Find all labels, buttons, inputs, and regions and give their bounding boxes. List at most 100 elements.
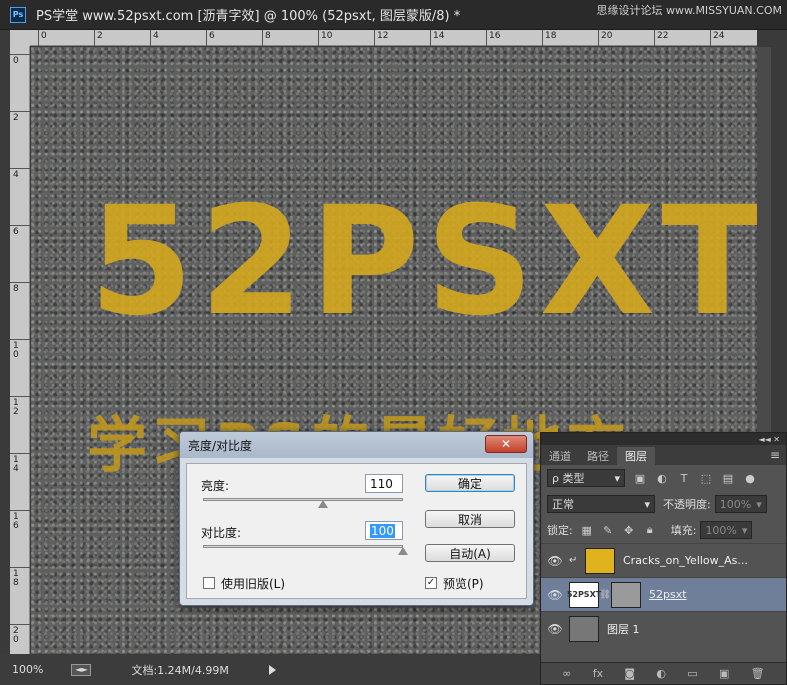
ruler-tick (10, 510, 30, 511)
layer-row-layer1[interactable]: 👁︎ 图层 1 (541, 611, 786, 645)
horizontal-ruler[interactable]: 0 2 4 6 8 10 12 14 16 18 20 22 24 (30, 30, 757, 46)
watermark: 思缘设计论坛 www.MISSYUAN.COM (596, 4, 782, 17)
contrast-label: 对比度: (201, 526, 242, 540)
layer-name[interactable]: Cracks_on_Yellow_As... (623, 554, 748, 567)
filter-kind-select[interactable]: ρ 类型 ▾ (547, 469, 625, 487)
preview-label[interactable]: 预览(P) (443, 575, 484, 592)
fill-input[interactable]: 100% ▾ (700, 521, 753, 539)
opacity-label: 不透明度: (663, 498, 711, 511)
lock-all-icon[interactable]: 🔒︎ (643, 523, 657, 537)
layer-row-cracks[interactable]: 👁︎ ↵ Cracks_on_Yellow_As... (541, 543, 786, 577)
layer-row-52psxt[interactable]: 👁︎ 52PSXT ⛓ 52psxt (541, 577, 786, 611)
layer-style-icon[interactable]: fx (593, 667, 603, 680)
eye-icon[interactable]: 👁︎ (541, 588, 569, 602)
contrast-input[interactable]: 100 (365, 521, 403, 540)
ruler-tick (38, 30, 39, 46)
layer-name[interactable]: 52psxt (649, 588, 687, 601)
contrast-slider-thumb[interactable] (398, 547, 408, 555)
add-mask-icon[interactable]: ◙ (624, 667, 635, 680)
ruler-tick-label: 8 (13, 284, 19, 294)
ruler-tick (318, 30, 319, 46)
ruler-tick-label: 22 (657, 31, 669, 41)
ruler-tick-label: 6 (13, 227, 19, 237)
ruler-tick-label: 0 (41, 31, 47, 41)
ruler-tick (10, 453, 30, 454)
panel-tabs: 通道 路径 图层 ≡ (541, 445, 786, 465)
layer-name[interactable]: 图层 1 (607, 621, 640, 637)
link-layers-icon[interactable]: ∞ (562, 667, 571, 680)
zoom-level[interactable]: 100% (12, 663, 43, 676)
opacity-input[interactable]: 100% ▾ (714, 495, 767, 513)
new-group-icon[interactable]: ▭ (687, 667, 697, 680)
ruler-tick-label: 1 6 (13, 512, 19, 531)
dialog-titlebar[interactable]: 亮度/对比度 ✕ (180, 432, 533, 458)
ruler-tick-label: 24 (713, 31, 725, 41)
tab-layers[interactable]: 图层 (617, 447, 655, 465)
eye-icon[interactable]: 👁︎ (541, 554, 569, 568)
filter-smart-object-icon[interactable]: ▤ (721, 471, 735, 485)
layer-mask-thumbnail[interactable] (611, 581, 641, 608)
ruler-tick-label: 6 (209, 31, 215, 41)
brightness-input[interactable]: 110 (365, 474, 403, 493)
preview-checkbox[interactable]: ✓ (425, 577, 437, 589)
status-menu-arrow-icon[interactable] (268, 664, 276, 675)
new-layer-icon[interactable]: ▣ (719, 667, 729, 680)
doc-profile-icon[interactable]: ◄► (71, 663, 92, 676)
layer-filter-row: ρ 类型 ▾ ▣ ◐ T ⬚ ▤ ● (541, 465, 786, 491)
auto-button[interactable]: 自动(A) (425, 544, 515, 562)
tab-channels[interactable]: 通道 (541, 447, 579, 465)
ruler-tick-label: 14 (433, 31, 445, 41)
layer-thumbnail (569, 615, 599, 642)
layers-panel: ◄◄ ✕ 通道 路径 图层 ≡ ρ 类型 ▾ ▣ ◐ T ⬚ ▤ ● 正常 ▾ … (540, 432, 787, 685)
ok-button[interactable]: 确定 (425, 474, 515, 492)
eye-icon[interactable]: 👁︎ (541, 622, 569, 636)
lock-label: 锁定: (547, 524, 573, 537)
ruler-tick (10, 111, 30, 112)
legacy-label[interactable]: 使用旧版(L) (221, 575, 285, 592)
brightness-value: 110 (370, 476, 393, 491)
ruler-tick (486, 30, 487, 46)
canvas-scrollbar[interactable] (757, 47, 771, 432)
contrast-slider-track[interactable] (203, 545, 403, 548)
window-titlebar: Ps PS学堂 www.52psxt.com [沥青字效] @ 100% (52… (0, 0, 787, 30)
legacy-checkbox[interactable] (203, 577, 215, 589)
panel-collapse-bar[interactable]: ◄◄ ✕ (541, 433, 786, 445)
opacity-value: 100% (719, 497, 752, 511)
lock-brush-icon[interactable]: ✎ (601, 523, 615, 537)
ruler-tick-label: 10 (321, 31, 333, 41)
status-bar: 100% ◄► 文档:1.24M/4.99M (0, 654, 540, 685)
ruler-tick (206, 30, 207, 46)
filter-toggle-icon[interactable]: ● (743, 471, 757, 485)
ruler-tick (10, 168, 30, 169)
panel-menu-icon[interactable]: ≡ (770, 448, 780, 462)
ruler-tick-label: 4 (153, 31, 159, 41)
link-chain-icon[interactable]: ⛓ (599, 590, 611, 600)
lock-transparent-icon[interactable]: ▦ (580, 523, 594, 537)
ruler-tick (10, 567, 30, 568)
lock-move-icon[interactable]: ✥ (622, 523, 636, 537)
chevron-down-icon: ▾ (614, 471, 620, 485)
tab-paths[interactable]: 路径 (579, 447, 617, 465)
blend-mode-value: 正常 (552, 498, 574, 511)
chevron-down-icon: ▾ (756, 497, 762, 511)
adjustment-layer-icon[interactable]: ◐ (656, 667, 666, 680)
brightness-slider-track[interactable] (203, 498, 403, 501)
canvas-headline: 52PSXT (89, 175, 757, 349)
ruler-tick (10, 282, 30, 283)
blend-mode-select[interactable]: 正常 ▾ (547, 495, 655, 513)
vertical-ruler[interactable]: 0 2 4 6 8 1 0 1 2 1 4 1 6 1 8 2 0 (10, 46, 30, 654)
chevron-down-icon: ▾ (644, 497, 650, 511)
layer-thumbnail (585, 547, 615, 574)
ruler-corner[interactable] (10, 30, 30, 46)
filter-type-icon[interactable]: T (677, 471, 691, 485)
brightness-slider-thumb[interactable] (318, 500, 328, 508)
filter-pixel-icon[interactable]: ▣ (633, 471, 647, 485)
fill-value: 100% (705, 523, 737, 537)
close-button[interactable]: ✕ (485, 435, 527, 453)
filter-shape-icon[interactable]: ⬚ (699, 471, 713, 485)
cancel-button[interactable]: 取消 (425, 510, 515, 528)
filter-adjustment-icon[interactable]: ◐ (655, 471, 669, 485)
trash-icon[interactable]: 🗑︎ (751, 667, 765, 680)
ruler-tick-label: 1 4 (13, 455, 19, 474)
layers-panel-footer: ∞ fx ◙ ◐ ▭ ▣ 🗑︎ (541, 662, 786, 684)
